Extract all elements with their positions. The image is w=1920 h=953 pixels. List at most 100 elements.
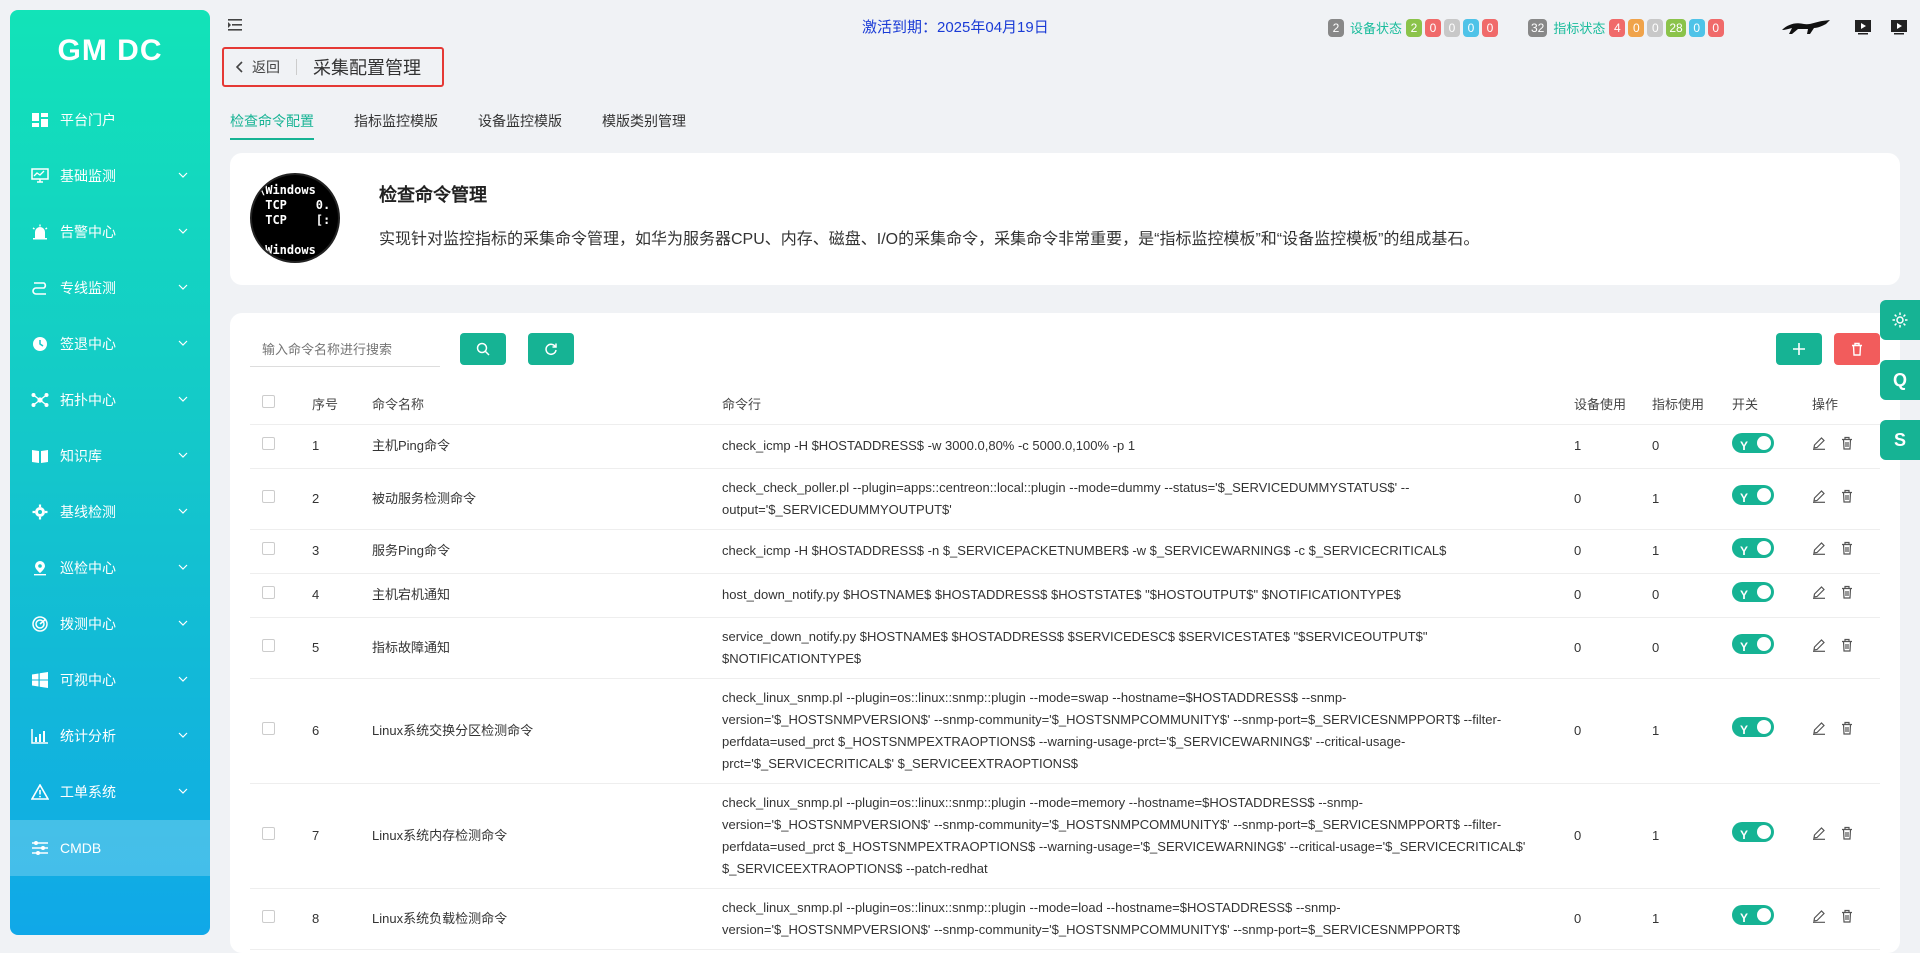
sidebar-item-9[interactable]: 拨测中心 [10,596,210,652]
tab-3[interactable]: 模版类别管理 [602,110,686,140]
enable-toggle[interactable]: Y [1732,581,1774,602]
table-row[interactable]: 2 被动服务检测命令 check_check_poller.pl --plugin=… [250,468,1880,530]
row-metric-usage: 0 [1652,424,1732,469]
sidebar-item-8[interactable]: 巡检中心 [10,540,210,596]
search-input[interactable] [250,333,440,367]
q-float-button[interactable]: Q [1880,360,1920,400]
enable-toggle[interactable]: Y [1732,485,1774,505]
row-select[interactable] [250,529,312,574]
row-index: 2 [312,468,372,530]
edit-icon[interactable] [1812,909,1826,923]
trash-icon[interactable] [1840,909,1854,923]
row-checkbox[interactable] [262,638,275,652]
select-all-checkbox[interactable] [262,395,275,409]
video-icon[interactable] [1890,19,1908,35]
row-checkbox[interactable] [262,721,275,735]
enable-toggle[interactable]: Y [1732,432,1774,453]
row-switch[interactable]: Y [1732,888,1812,950]
row-switch[interactable]: Y [1732,573,1812,618]
device-status[interactable]: 2 设备状态 2 0 0 0 0 [1328,18,1501,37]
s-float-button[interactable]: S [1880,420,1920,460]
edit-icon[interactable] [1812,436,1826,450]
enable-toggle[interactable]: Y [1732,537,1774,558]
sidebar-item-1[interactable]: 基础监测 [10,148,210,204]
row-checkbox[interactable] [262,489,275,503]
row-checkbox[interactable] [262,909,275,923]
batch-delete-button[interactable] [1834,333,1880,365]
dial-icon [30,614,50,634]
enable-toggle[interactable]: Y [1732,634,1774,654]
row-select[interactable] [250,678,312,784]
row-switch[interactable]: Y [1732,468,1812,530]
trash-icon[interactable] [1840,638,1854,652]
trash-icon[interactable] [1840,541,1854,555]
sidebar-item-12[interactable]: 工单系统 [10,764,210,820]
row-index: 1 [312,424,372,469]
trash-icon[interactable] [1840,436,1854,450]
sidebar-item-10[interactable]: 可视中心 [10,652,210,708]
table-row[interactable]: 3 服务Ping命令 check_icmp -H $HOSTADDRESS$ -n … [250,529,1880,574]
table-row[interactable]: 7 Linux系统内存检测命令 check_linux_snmp.pl --plug… [250,783,1880,889]
header-select-all[interactable] [250,383,312,425]
row-switch[interactable]: Y [1732,783,1812,889]
tab-0[interactable]: 检查命令配置 [230,110,314,140]
sidebar-item-0[interactable]: 平台门户 [10,92,210,148]
tab-1[interactable]: 指标监控模版 [354,110,438,140]
enable-toggle[interactable]: Y [1732,905,1774,925]
sidebar-item-5[interactable]: 拓扑中心 [10,372,210,428]
search-button[interactable] [460,333,506,365]
row-checkbox[interactable] [262,826,275,840]
row-command-line: check_icmp -H $HOSTADDRESS$ -n $_SERVICE… [722,529,1574,574]
row-select[interactable] [250,573,312,618]
trash-icon[interactable] [1840,585,1854,599]
row-select[interactable] [250,424,312,469]
row-checkbox[interactable] [262,437,275,450]
row-switch[interactable]: Y [1732,424,1812,469]
edit-icon[interactable] [1812,541,1826,555]
chevron-down-icon [178,340,188,346]
trash-icon[interactable] [1840,489,1854,503]
row-checkbox[interactable] [262,542,275,555]
edit-icon[interactable] [1812,585,1826,599]
edit-icon[interactable] [1812,721,1826,735]
sidebar-item-4[interactable]: 签退中心 [10,316,210,372]
sidebar-item-7[interactable]: 基线检测 [10,484,210,540]
trash-icon[interactable] [1840,721,1854,735]
enable-toggle[interactable]: Y [1732,822,1774,842]
add-button[interactable] [1776,333,1822,365]
sidebar-item-2[interactable]: 告警中心 [10,204,210,260]
table-row[interactable]: 5 指标故障通知 service_down_notify.py $HOSTNAME$… [250,617,1880,679]
row-select[interactable] [250,783,312,889]
table-row[interactable]: 8 Linux系统负载检测命令 check_linux_snmp.pl --plug… [250,888,1880,950]
edit-icon[interactable] [1812,489,1826,503]
refresh-button[interactable] [528,333,574,365]
video-icon[interactable] [1854,19,1872,35]
menu-toggle-icon[interactable] [228,18,244,32]
row-switch[interactable]: Y [1732,529,1812,574]
metric-status[interactable]: 32 指标状态 4 0 0 28 0 0 [1528,18,1727,37]
enable-toggle[interactable]: Y [1732,717,1774,737]
row-switch[interactable]: Y [1732,617,1812,679]
row-select[interactable] [250,468,312,530]
row-switch[interactable]: Y [1732,678,1812,784]
settings-float-button[interactable] [1880,300,1920,340]
sidebar-item-3[interactable]: 专线监测 [10,260,210,316]
sidebar-item-11[interactable]: 统计分析 [10,708,210,764]
tab-2[interactable]: 设备监控模版 [478,110,562,140]
row-checkbox[interactable] [262,586,275,599]
sidebar-item-label: 告警中心 [60,224,116,240]
trash-icon[interactable] [1840,826,1854,840]
back-button[interactable]: 返回 [236,57,280,77]
table-row[interactable]: 4 主机宕机通知 host_down_notify.py $HOSTNAME$ $H… [250,573,1880,618]
device_status-count: 2 [1406,18,1423,37]
table-row[interactable]: 6 Linux系统交换分区检测命令 check_linux_snmp.pl --pl… [250,678,1880,784]
toggle-label: Y [1740,723,1749,737]
edit-icon[interactable] [1812,638,1826,652]
table-row[interactable]: 1 主机Ping命令 check_icmp -H $HOSTADDRESS$ -w … [250,424,1880,469]
row-select[interactable] [250,617,312,679]
row-select[interactable] [250,888,312,950]
sidebar-item-13[interactable]: CMDB [10,820,210,876]
sidebar-item-6[interactable]: 知识库 [10,428,210,484]
edit-icon[interactable] [1812,826,1826,840]
header-metric-usage: 指标使用 [1652,383,1732,425]
